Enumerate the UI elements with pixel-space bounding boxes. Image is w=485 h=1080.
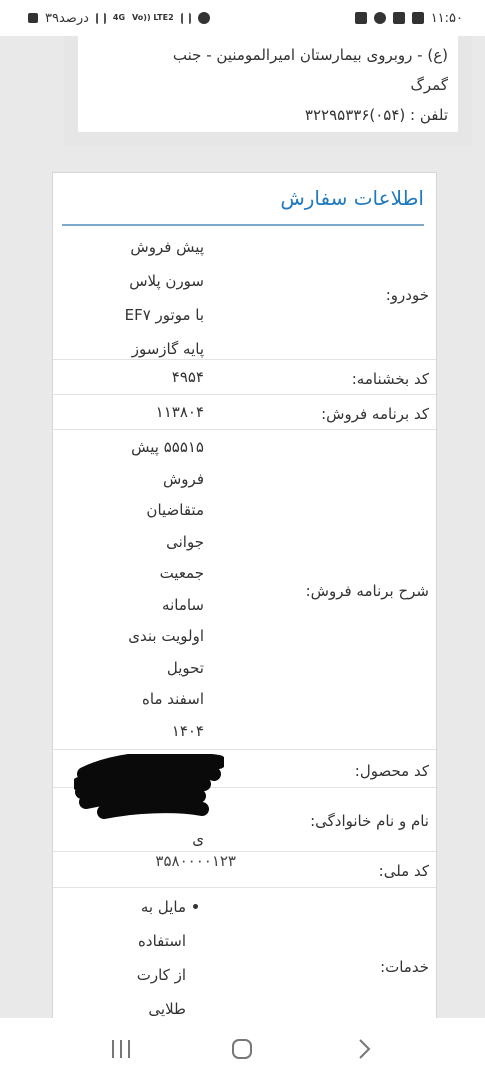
title-underline	[62, 224, 424, 226]
order-title: اطلاعات سفارش	[280, 186, 424, 210]
battery-icon	[28, 13, 38, 23]
status-right: ۱۱:۵۰	[354, 10, 463, 26]
value-sales-program-desc: ۵۵۵۱۵ پیش فروش متقاضیان جوانی جمعیت ساما…	[64, 432, 204, 747]
signal-icon-2	[180, 12, 191, 24]
label-product-code: کد محصول:	[354, 762, 429, 780]
bullet-icon	[193, 904, 198, 909]
network-label: 4G	[112, 13, 126, 22]
address-phone: تلفن : (۰۵۴)۳۲۲۹۵۳۳۶	[304, 106, 448, 124]
label-dealer-code: کد بخشنامه:	[351, 370, 429, 388]
alarm-icon	[197, 12, 210, 24]
desc-line: جوانی	[166, 532, 204, 551]
desc-line: فروش	[162, 469, 204, 488]
label-full-name: نام و نام خانوادگی:	[310, 812, 429, 830]
row-services: خدمات: مایل به استفاده از کارت طلایی	[53, 888, 436, 1018]
home-icon	[232, 1039, 253, 1059]
desc-line: ۱۴۰۴	[171, 721, 204, 740]
recents-button[interactable]	[101, 1029, 141, 1069]
desc-line: اولویت بندی	[128, 627, 204, 645]
services-line: استفاده	[138, 932, 186, 950]
value-car: پیش فروش سورن پلاس با موتور EF۷ پایه گاز…	[64, 230, 204, 366]
desc-line: متقاضیان	[146, 501, 204, 519]
system-nav-bar	[0, 1018, 485, 1080]
label-national-code: کد ملی:	[378, 862, 429, 880]
desc-line: ۵۵۵۱۵ پیش	[131, 438, 204, 456]
row-sales-program-code: کد برنامه فروش: ۱۱۳۸۰۴	[53, 395, 436, 430]
value-dealer-code: ۴۹۵۴	[171, 368, 204, 386]
address-block: (ع) - روبروی بیمارستان امیرالمومنین - جن…	[78, 36, 458, 132]
label-sales-program-desc: شرح برنامه فروش:	[305, 582, 429, 600]
desc-line: سامانه	[162, 595, 204, 614]
services-line: مایل به	[140, 898, 186, 916]
value-sales-program-code: ۱۱۳۸۰۴	[155, 403, 204, 421]
status-bar: ۳۹درصد 4G Vo)) LTE2 ۱۱:۵۰	[0, 0, 485, 36]
label-car: خودرو:	[385, 286, 429, 304]
back-button[interactable]	[344, 1029, 384, 1069]
car-line: با موتور EF۷	[124, 306, 204, 324]
status-left: ۳۹درصد 4G Vo)) LTE2	[28, 11, 210, 26]
desc-line: اسفند ماه	[142, 690, 204, 708]
car-line: سورن پلاس	[129, 272, 204, 290]
value-national-code: ۳۵۸۰۰۰۰۱۲۳	[155, 852, 236, 870]
address-line2: گمرگ	[410, 76, 448, 94]
status-time: ۱۱:۵۰	[430, 10, 463, 26]
desc-line: تحویل	[166, 658, 204, 677]
whatsapp-icon	[373, 12, 386, 24]
message-icon	[354, 12, 367, 24]
gallery-icon	[411, 12, 424, 24]
address-card: (ع) - روبروی بیمارستان امیرالمومنین - جن…	[64, 36, 472, 146]
desc-line: جمعیت	[159, 564, 204, 582]
battery-text: ۳۹درصد	[45, 10, 89, 26]
label-sales-program-code: کد برنامه فروش:	[321, 405, 429, 423]
services-line: از کارت	[136, 966, 186, 984]
address-line1: (ع) - روبروی بیمارستان امیرالمومنین - جن…	[172, 46, 448, 64]
row-national-code: کد ملی: ۳۵۸۰۰۰۰۱۲۳	[53, 852, 436, 888]
network-label-2: Vo)) LTE2	[132, 13, 174, 22]
recents-icon	[111, 1040, 130, 1058]
car-line: پیش فروش	[130, 238, 204, 256]
row-sales-program-desc: شرح برنامه فروش: ۵۵۵۱۵ پیش فروش متقاضیان…	[53, 430, 436, 750]
row-car: خودرو: پیش فروش سورن پلاس با موتور EF۷ پ…	[53, 228, 436, 360]
signal-icon	[95, 12, 106, 24]
redaction-scribble	[74, 754, 224, 819]
label-services: خدمات:	[380, 958, 429, 976]
services-item: مایل به	[66, 890, 198, 924]
chevron-right-icon	[359, 1039, 371, 1059]
row-dealer-code: کد بخشنامه: ۴۹۵۴	[53, 360, 436, 395]
telegram-icon	[392, 12, 405, 24]
value-services: مایل به استفاده از کارت طلایی	[66, 890, 198, 1026]
home-button[interactable]	[222, 1029, 262, 1069]
